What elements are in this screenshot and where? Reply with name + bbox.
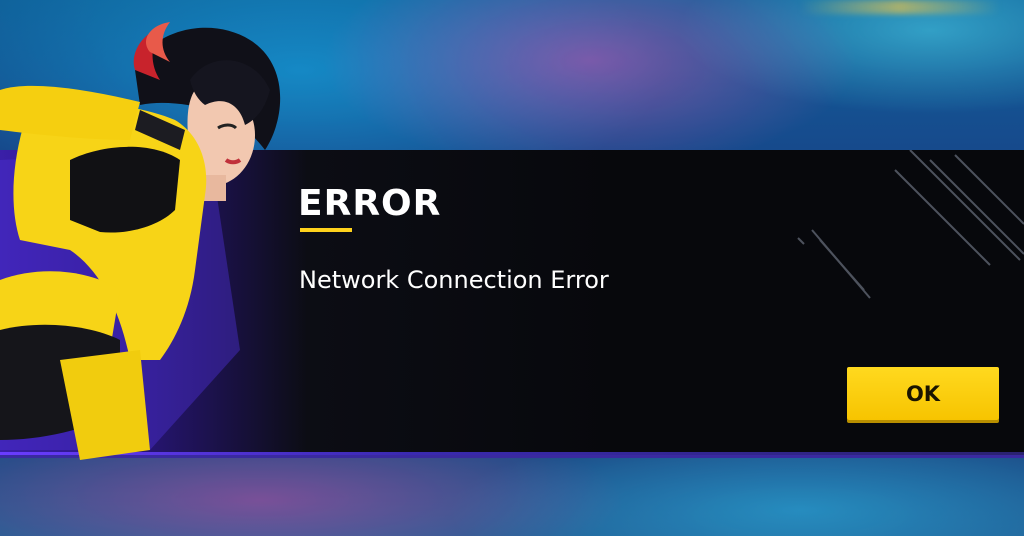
background-gold-glow bbox=[800, 0, 1000, 14]
title-underline bbox=[300, 228, 352, 232]
ok-button[interactable]: OK bbox=[847, 367, 999, 420]
error-title: ERROR bbox=[298, 183, 442, 224]
slash-lines-icon bbox=[797, 150, 1024, 299]
female-character-illustration bbox=[0, 22, 281, 460]
error-message: Network Connection Error bbox=[299, 266, 609, 294]
